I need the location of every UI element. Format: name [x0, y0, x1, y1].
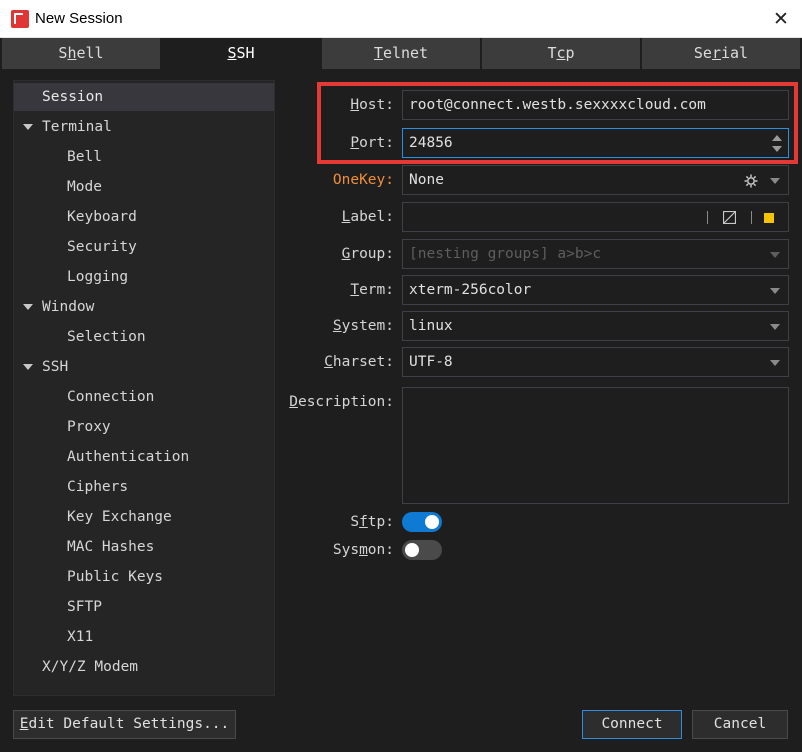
- sftp-label: Sftp:: [350, 514, 394, 530]
- tree-item-authentication[interactable]: Authentication: [67, 443, 189, 471]
- app-logo-icon: [11, 10, 29, 28]
- term-label: Term:: [350, 282, 394, 298]
- divider: [707, 211, 708, 224]
- tree-item-ssh[interactable]: SSH: [14, 353, 274, 381]
- sftp-toggle[interactable]: [402, 512, 442, 532]
- tree-item-key-exchange[interactable]: Key Exchange: [67, 503, 172, 531]
- tree-item-connection[interactable]: Connection: [67, 383, 154, 411]
- chevron-down-icon[interactable]: [23, 364, 33, 370]
- tree-item-session[interactable]: Session: [14, 83, 274, 111]
- sysmon-label: Sysmon:: [332, 542, 394, 558]
- group-placeholder: [nesting groups] a>b>c: [409, 246, 602, 262]
- settings-tree: Session Terminal Bell Mode Keyboard Secu…: [13, 80, 275, 696]
- tab-telnet[interactable]: Telnet: [322, 38, 480, 69]
- label-field[interactable]: [402, 202, 789, 232]
- toggle-knob: [405, 543, 419, 557]
- tree-item-security[interactable]: Security: [67, 233, 137, 261]
- sysmon-toggle[interactable]: [402, 540, 442, 560]
- tree-item-xyz-modem[interactable]: X/Y/Z Modem: [42, 653, 138, 681]
- tree-item-label: SSH: [42, 359, 69, 375]
- charset-select[interactable]: UTF-8: [402, 347, 789, 377]
- port-label: Port:: [350, 135, 394, 151]
- group-label: Group:: [341, 246, 394, 262]
- host-label: Host:: [350, 97, 394, 113]
- chevron-down-icon[interactable]: [770, 360, 780, 366]
- clear-color-icon[interactable]: [723, 211, 736, 224]
- tab-tcp[interactable]: Tcp: [482, 38, 640, 69]
- cancel-button[interactable]: Cancel: [692, 710, 788, 739]
- spin-up-icon[interactable]: [772, 135, 782, 141]
- tree-item-mode[interactable]: Mode: [67, 173, 102, 201]
- system-select[interactable]: linux: [402, 311, 789, 341]
- tree-item-terminal[interactable]: Terminal: [14, 113, 274, 141]
- chevron-down-icon[interactable]: [770, 252, 780, 258]
- port-value: 24856: [409, 135, 453, 151]
- tab-shell[interactable]: Shell: [2, 38, 160, 69]
- tab-ssh[interactable]: SSH: [162, 38, 320, 69]
- tab-bar: Shell SSH Telnet Tcp Serial: [0, 38, 802, 69]
- tree-item-mac-hashes[interactable]: MAC Hashes: [67, 533, 154, 561]
- charset-value: UTF-8: [409, 354, 453, 370]
- chevron-down-icon[interactable]: [23, 124, 33, 130]
- tree-item-sftp[interactable]: SFTP: [67, 593, 102, 621]
- spin-down-icon[interactable]: [772, 146, 782, 152]
- onekey-value: None: [409, 172, 444, 188]
- window-title: New Session: [35, 10, 123, 27]
- port-field[interactable]: 24856: [402, 128, 789, 158]
- label-label: Label:: [341, 209, 394, 225]
- description-textarea[interactable]: [402, 387, 789, 504]
- description-label: Description:: [289, 394, 394, 410]
- term-select[interactable]: xterm-256color: [402, 275, 789, 305]
- term-value: xterm-256color: [409, 282, 532, 298]
- host-field[interactable]: root@connect.westb.sexxxxcloud.com: [402, 90, 789, 120]
- system-value: linux: [409, 318, 453, 334]
- edit-default-settings-button[interactable]: Edit Default Settings...: [13, 710, 236, 739]
- chevron-down-icon[interactable]: [770, 178, 780, 184]
- onekey-label: OneKey:: [332, 172, 394, 188]
- close-icon[interactable]: ✕: [766, 4, 796, 34]
- tree-item-ciphers[interactable]: Ciphers: [67, 473, 128, 501]
- tree-item-selection[interactable]: Selection: [67, 323, 146, 351]
- chevron-down-icon[interactable]: [23, 304, 33, 310]
- onekey-select[interactable]: None: [402, 165, 789, 195]
- tab-serial[interactable]: Serial: [642, 38, 800, 69]
- tree-item-public-keys[interactable]: Public Keys: [67, 563, 163, 591]
- tree-item-window[interactable]: Window: [14, 293, 274, 321]
- title-bar: New Session ✕: [0, 0, 802, 38]
- tree-item-logging[interactable]: Logging: [67, 263, 128, 291]
- system-label: System:: [332, 318, 394, 334]
- color-swatch-icon[interactable]: [764, 213, 774, 223]
- tree-item-keyboard[interactable]: Keyboard: [67, 203, 137, 231]
- chevron-down-icon[interactable]: [770, 324, 780, 330]
- tree-item-x11[interactable]: X11: [67, 623, 93, 651]
- tree-item-bell[interactable]: Bell: [67, 143, 102, 171]
- group-field[interactable]: [nesting groups] a>b>c: [402, 239, 789, 269]
- tree-item-proxy[interactable]: Proxy: [67, 413, 111, 441]
- gear-icon[interactable]: [744, 174, 758, 188]
- divider: [751, 211, 752, 224]
- toggle-knob: [425, 515, 439, 529]
- tree-item-label: Terminal: [42, 119, 112, 135]
- charset-label: Charset:: [324, 354, 394, 370]
- chevron-down-icon[interactable]: [770, 288, 780, 294]
- connect-button[interactable]: Connect: [582, 710, 682, 739]
- tree-item-label: Window: [42, 299, 95, 315]
